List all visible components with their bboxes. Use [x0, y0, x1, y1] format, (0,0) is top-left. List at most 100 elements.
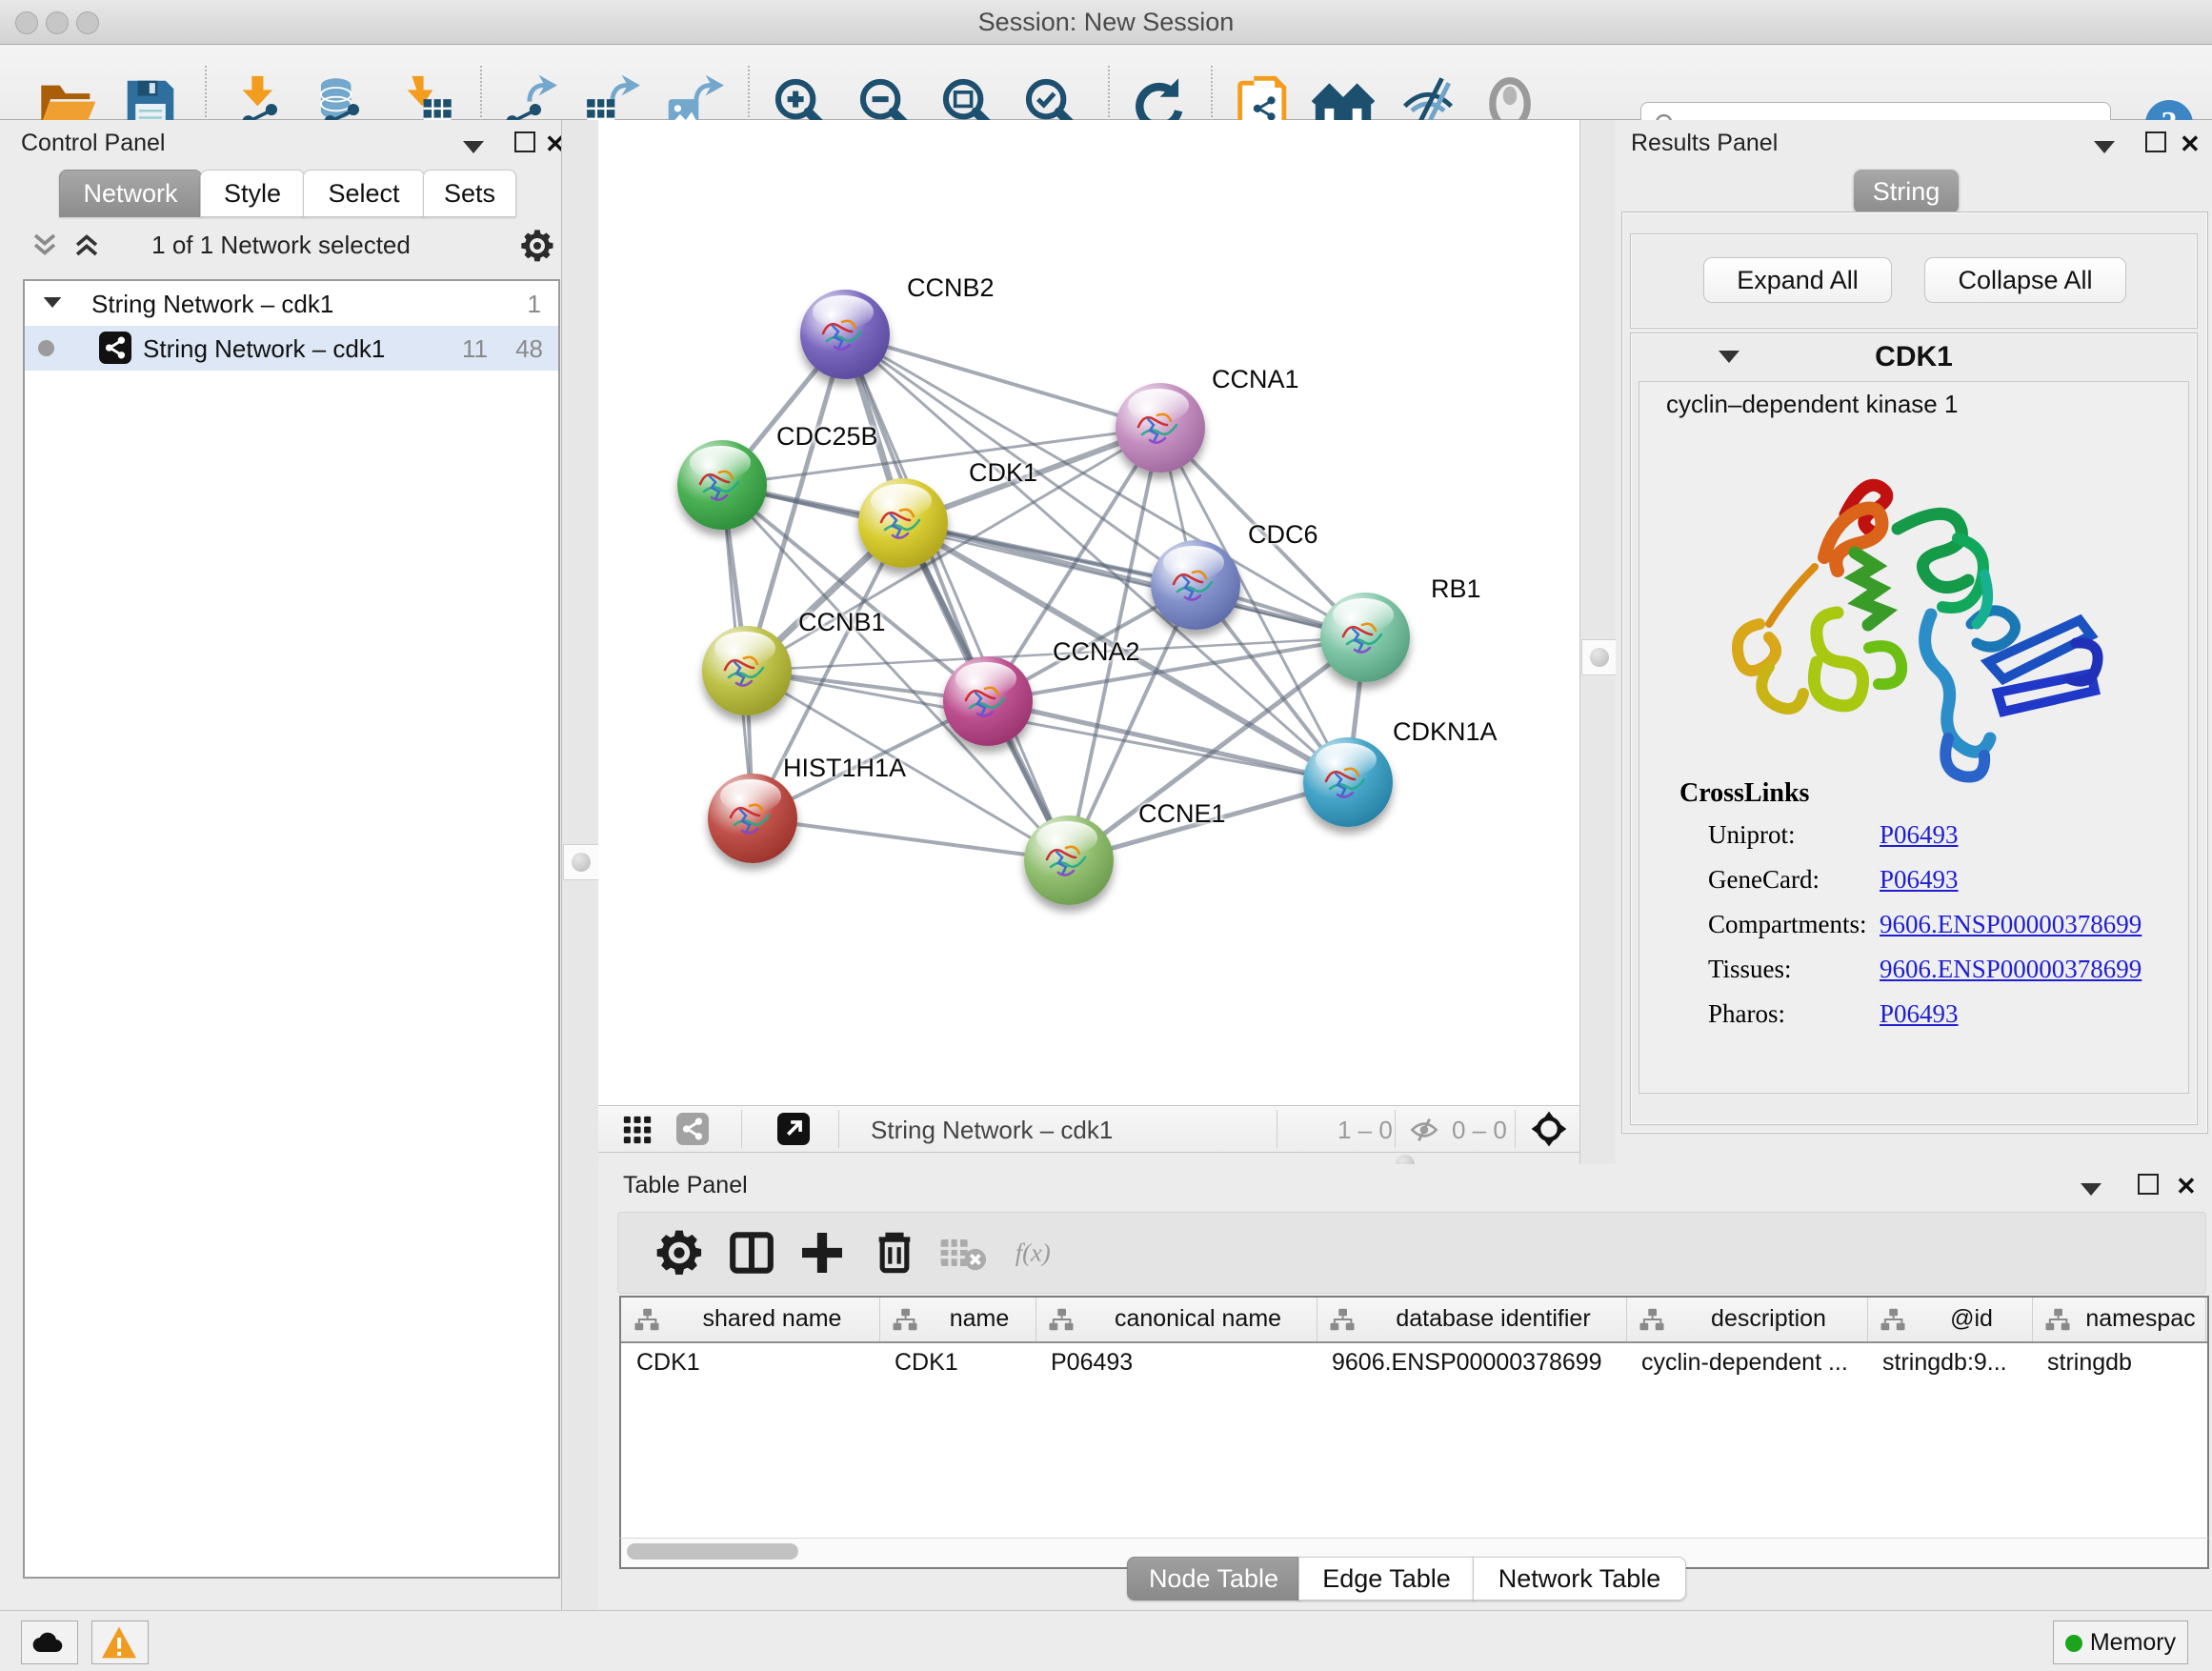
cloud-icon [30, 1628, 68, 1657]
table-cell[interactable]: cyclin-dependent ... [1626, 1349, 1867, 1381]
node-cdc25b[interactable] [677, 440, 767, 530]
node-ccnb1[interactable] [702, 626, 792, 715]
warning-icon [100, 1625, 138, 1660]
expand-collapse-box: Expand All Collapse All [1630, 233, 2198, 329]
float-panel-icon[interactable] [2138, 1174, 2159, 1201]
network-view-toolbar: String Network – cdk1 1 – 0 0 – 0 [598, 1105, 1579, 1153]
table-header: shared namenamecanonical namedatabase id… [621, 1298, 2207, 1343]
node-table[interactable]: shared namenamecanonical namedatabase id… [619, 1296, 2209, 1540]
crosslink-label: GeneCard: [1708, 865, 1820, 895]
table-cell[interactable]: P06493 [1036, 1349, 1317, 1381]
tab-sets[interactable]: Sets [423, 170, 516, 217]
column-header-namespac[interactable]: namespac [2032, 1298, 2206, 1341]
tab-node-table[interactable]: Node Table [1127, 1557, 1300, 1601]
function-builder-icon[interactable]: f(x) [1013, 1226, 1098, 1279]
close-panel-icon[interactable]: ✕ [2176, 1172, 2197, 1201]
network-row[interactable]: String Network – cdk1 11 48 [25, 326, 558, 371]
add-icon[interactable] [795, 1226, 849, 1279]
column-header-canonical-name[interactable]: canonical name [1036, 1298, 1317, 1341]
splitter-handle[interactable] [1581, 639, 1618, 675]
node-ccne1[interactable] [1024, 815, 1114, 905]
node-cdk1[interactable] [858, 478, 948, 568]
collection-label: String Network – cdk1 [91, 290, 333, 319]
delete-table-icon[interactable] [936, 1226, 990, 1279]
crosslink-link[interactable]: P06493 [1880, 999, 1959, 1029]
cloud-button[interactable] [21, 1621, 78, 1664]
crosslinks-heading: CrossLinks [1679, 778, 1809, 809]
node-label-ccne1: CCNE1 [1138, 799, 1226, 829]
node-label-ccnb2: CCNB2 [907, 273, 995, 303]
cytoscape-window: Session: New Session ? Control Panel ✕ N… [0, 0, 2212, 1671]
tab-network[interactable]: Network [59, 170, 202, 217]
column-header--id[interactable]: @id [1867, 1298, 2033, 1341]
node-label-rb1: RB1 [1431, 574, 1481, 604]
splitter-handle[interactable] [563, 844, 599, 880]
current-network-title: String Network – cdk1 [871, 1116, 1113, 1145]
table-cell[interactable]: stringdb:9... [1867, 1349, 2032, 1381]
tab-edge-table[interactable]: Edge Table [1298, 1557, 1475, 1601]
network-canvas[interactable]: CCNB2CCNA1CDC25BCDK1CDC6RB1CCNB1CCNA2CDK… [598, 120, 1579, 1105]
column-header-shared-name[interactable]: shared name [621, 1298, 880, 1341]
control-panel: Control Panel ✕ NetworkStyleSelectSets 1… [0, 120, 560, 1610]
crosslink-label: Uniprot: [1708, 820, 1796, 850]
expand-all-button[interactable]: Expand All [1703, 257, 1892, 303]
network-collection-row[interactable]: String Network – cdk1 1 [25, 281, 558, 326]
gear-icon[interactable] [653, 1226, 706, 1279]
crosslink-link[interactable]: 9606.ENSP00000378699 [1880, 955, 2142, 984]
column-header-description[interactable]: description [1626, 1298, 1868, 1341]
network-node-count: 11 [462, 334, 488, 364]
left-splitter[interactable] [561, 120, 599, 1610]
node-cdkn1a[interactable] [1303, 737, 1393, 827]
table-cell[interactable]: CDK1 [621, 1349, 879, 1381]
node-label-cdk1: CDK1 [969, 458, 1037, 488]
tab-select[interactable]: Select [303, 170, 425, 217]
tab-network-table[interactable]: Network Table [1473, 1557, 1686, 1601]
node-rb1[interactable] [1320, 593, 1410, 682]
float-panel-icon[interactable] [2145, 131, 2166, 159]
node-ccnb2[interactable] [800, 290, 890, 379]
show-columns-icon[interactable] [725, 1226, 778, 1279]
table-cell[interactable]: CDK1 [879, 1349, 1036, 1381]
string-network-icon [99, 332, 131, 364]
network-label: String Network – cdk1 [143, 334, 385, 364]
crosslink-link[interactable]: P06493 [1880, 820, 1959, 850]
network-edge-count: 48 [515, 334, 543, 364]
crosslink-link[interactable]: P06493 [1880, 865, 1959, 895]
network-selection-status: 1 of 1 Network selected [11, 231, 551, 260]
cdk1-result-box: CDK1 cyclin–dependent kinase 1 [1630, 332, 2198, 1125]
memory-button[interactable]: Memory [2053, 1621, 2188, 1664]
warnings-button[interactable] [91, 1621, 149, 1664]
gear-icon[interactable] [518, 227, 556, 265]
crosslink-link[interactable]: 9606.ENSP00000378699 [1880, 910, 2142, 939]
status-bar: Memory [0, 1610, 2212, 1671]
panel-menu-icon[interactable] [2081, 1176, 2101, 1202]
detach-view-icon[interactable] [777, 1113, 810, 1145]
collection-expand-icon[interactable] [44, 297, 62, 308]
close-panel-icon[interactable]: ✕ [2180, 130, 2201, 159]
memory-label: Memory [2090, 1629, 2176, 1656]
node-ccna2[interactable] [943, 656, 1033, 746]
node-hist1h1a[interactable] [708, 774, 797, 863]
tab-style[interactable]: Style [200, 170, 305, 217]
float-panel-icon[interactable] [514, 131, 535, 159]
column-header-database-identifier[interactable]: database identifier [1317, 1298, 1627, 1341]
panel-menu-icon[interactable] [2094, 133, 2115, 160]
table-cell[interactable]: 9606.ENSP00000378699 [1317, 1349, 1626, 1381]
crosslink-label: Pharos: [1708, 999, 1785, 1029]
tab-string[interactable]: String [1854, 170, 1959, 213]
main-toolbar: ? [0, 45, 2212, 120]
selected-counts: 1 – 0 [1337, 1116, 1393, 1145]
table-cell[interactable]: stringdb [2032, 1349, 2205, 1381]
title-bar: Session: New Session [0, 0, 2212, 45]
grid-view-icon[interactable] [621, 1114, 654, 1146]
collapse-all-button[interactable]: Collapse All [1924, 257, 2126, 303]
node-label-cdkn1a: CDKN1A [1393, 717, 1498, 747]
panel-menu-icon[interactable] [463, 133, 484, 160]
birds-eye-icon[interactable] [1530, 1110, 1568, 1148]
memory-status-dot [2065, 1635, 2082, 1652]
node-label-cdc25b: CDC25B [776, 422, 878, 452]
delete-icon[interactable] [868, 1226, 921, 1279]
node-cdc6[interactable] [1151, 540, 1240, 630]
node-ccna1[interactable] [1116, 383, 1205, 473]
column-header-name[interactable]: name [879, 1298, 1036, 1341]
